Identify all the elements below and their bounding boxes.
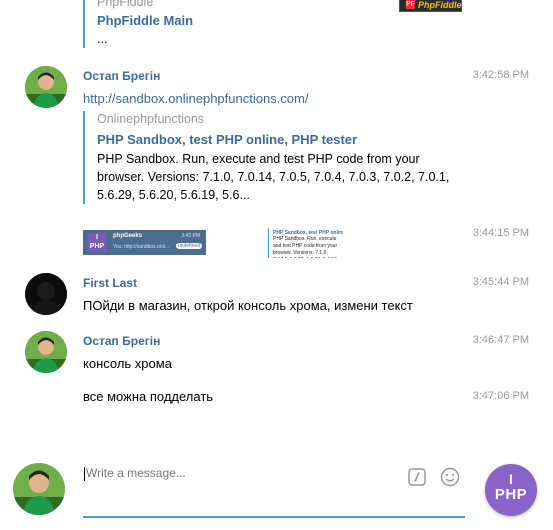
- avatar[interactable]: [13, 463, 65, 515]
- timestamp: 3:45:44 PM: [472, 276, 529, 288]
- timestamp: 3:44:15 PM: [472, 227, 529, 239]
- preview-title[interactable]: PHP Sandbox, test PHP online, PHP tester: [97, 130, 467, 149]
- timestamp: 3:42:58 PM: [472, 69, 529, 81]
- thumb-php-logo-icon: I PHP: [87, 233, 107, 252]
- message-text: консоль хрома: [83, 356, 172, 371]
- message-composer[interactable]: [83, 464, 465, 518]
- author-name[interactable]: Остап Брегін: [83, 69, 160, 83]
- thumb-time: 3:42 PM: [181, 233, 200, 239]
- screenshot-thumbnail[interactable]: I PHP phpGeeks 3:42 PM You: http://sandbo…: [83, 230, 206, 255]
- phpfiddle-thumbnail[interactable]: PF PhpFiddle: [399, 0, 462, 12]
- user-photo-icon: [25, 331, 67, 373]
- avatar[interactable]: [25, 66, 67, 108]
- thumb-title: phpGeeks: [113, 233, 143, 239]
- timestamp: 3:46:47 PM: [472, 334, 529, 346]
- screenshot-thumbnail[interactable]: PHP Sandbox, test PHP online PHP Sandbox…: [268, 228, 343, 258]
- preview-description: ...: [97, 32, 108, 46]
- phpfiddle-logo-icon: PF: [406, 0, 415, 9]
- preview-title[interactable]: PhpFiddle Main: [97, 11, 467, 30]
- message-link[interactable]: http://sandbox.onlinephpfunctions.com/: [83, 91, 308, 106]
- phpfiddle-label: PhpFiddle: [417, 0, 462, 10]
- message-input[interactable]: [86, 464, 386, 482]
- user-photo-icon: [25, 273, 67, 315]
- link-preview: Onlinephpfunctions PHP Sandbox, test PHP…: [83, 111, 467, 204]
- thumb-text: You: http://sandbox.onli...: [113, 244, 169, 250]
- author-name[interactable]: Остап Брегін: [83, 334, 160, 348]
- logo-line-php: PHP: [494, 486, 528, 503]
- preview-site-name: Onlinephpfunctions: [97, 112, 205, 126]
- timestamp: 3:47:06 PM: [472, 390, 529, 402]
- thumb-text: PHP Sandbox. Run, execute and test PHP c…: [273, 236, 338, 258]
- message-text: ПОйди в магазин, открой консоль хрома, и…: [83, 298, 413, 313]
- chat-php-logo[interactable]: I PHP: [485, 464, 537, 516]
- author-name[interactable]: First Last: [83, 276, 137, 290]
- thumb-badge: undefined: [176, 243, 202, 249]
- emoji-icon[interactable]: [440, 467, 460, 487]
- message-text: все можна подделать: [83, 389, 214, 404]
- avatar[interactable]: [25, 331, 67, 373]
- text-cursor: [84, 467, 85, 481]
- slash-command-icon[interactable]: [408, 468, 426, 486]
- user-photo-icon: [25, 66, 67, 108]
- user-photo-icon: [13, 463, 65, 515]
- logo-line-i: I: [509, 471, 513, 487]
- preview-description: PHP Sandbox. Run, execute and test PHP c…: [97, 152, 450, 202]
- avatar[interactable]: [25, 273, 67, 315]
